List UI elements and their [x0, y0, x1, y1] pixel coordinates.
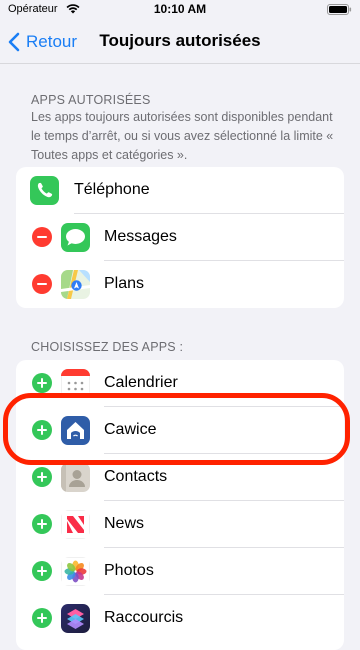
messages-icon: [61, 223, 90, 252]
choose-app-row-photos: Photos: [16, 548, 344, 595]
battery-icon: [327, 4, 352, 15]
remove-button[interactable]: [32, 227, 52, 247]
app-label: Photos: [104, 562, 154, 579]
news-icon: [61, 510, 90, 539]
app-label: News: [104, 515, 145, 532]
app-label: Calendrier: [104, 374, 178, 391]
app-label: Messages: [104, 228, 177, 245]
choose-app-row-shortcuts: Raccourcis: [16, 595, 344, 642]
allowed-app-row-phone: Téléphone: [16, 167, 344, 214]
add-button[interactable]: [32, 514, 52, 534]
allowed-app-row-messages: Messages: [16, 214, 344, 261]
allowed-apps-list: Téléphone Messages Plans: [16, 167, 344, 308]
nav-divider: [0, 63, 360, 64]
photos-icon: [61, 557, 90, 586]
maps-icon: [61, 270, 90, 299]
navigation-bar: Retour Toujours autorisées: [0, 20, 360, 64]
page-title: Toujours autorisées: [99, 31, 261, 50]
app-label: Raccourcis: [104, 609, 184, 626]
status-bar: Opérateur 10:10 AM: [0, 0, 360, 20]
highlight-annotation: [3, 393, 350, 465]
status-time: 10:10 AM: [153, 2, 207, 16]
contacts-icon: [61, 463, 90, 492]
phone-icon: [30, 176, 59, 205]
choose-apps-header: CHOISISSEZ DES APPS :: [31, 340, 184, 354]
allowed-apps-description: Les apps toujours autorisées sont dispon…: [31, 110, 334, 162]
add-button[interactable]: [32, 608, 52, 628]
add-button[interactable]: [32, 373, 52, 393]
app-label: Plans: [104, 275, 145, 292]
remove-button[interactable]: [32, 274, 52, 294]
shortcuts-icon: [61, 604, 90, 633]
allowed-apps-header: APPS AUTORISÉES: [31, 93, 151, 107]
choose-app-row-news: News: [16, 501, 344, 548]
add-button[interactable]: [32, 561, 52, 581]
allowed-app-row-maps: Plans: [16, 261, 344, 308]
add-button[interactable]: [32, 467, 52, 487]
app-label: Contacts: [104, 468, 168, 485]
app-label: Téléphone: [74, 181, 150, 198]
